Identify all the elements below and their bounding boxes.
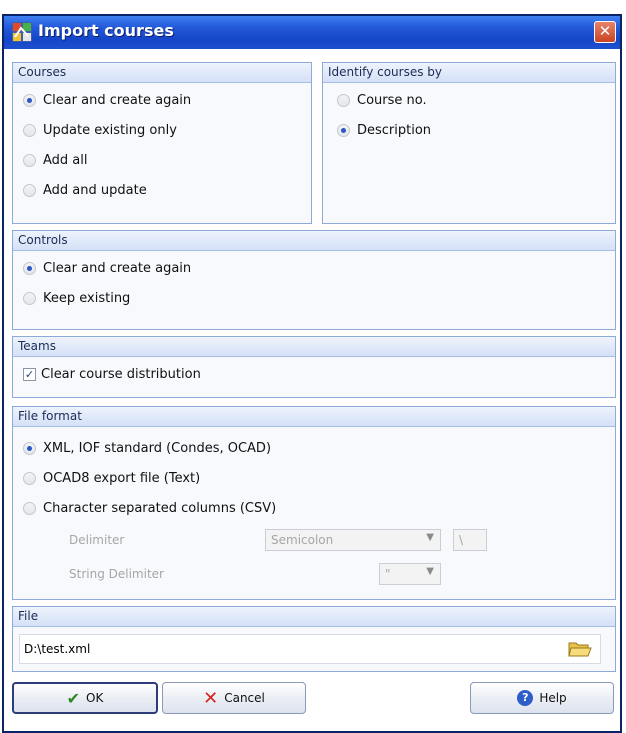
close-icon: ✕ bbox=[598, 22, 612, 40]
ok-button[interactable]: ✔ OK bbox=[12, 682, 158, 714]
string-delimiter-select[interactable]: " ▼ bbox=[379, 563, 441, 585]
cancel-button[interactable]: ✕ Cancel bbox=[162, 682, 306, 714]
radio-icon bbox=[23, 154, 36, 167]
radio-icon bbox=[23, 262, 36, 275]
option-label: Course no. bbox=[357, 93, 427, 108]
controls-header: Controls bbox=[13, 231, 615, 251]
option-label: OCAD8 export file (Text) bbox=[43, 471, 201, 486]
check-icon: ✔ bbox=[66, 688, 81, 708]
format-option-csv[interactable]: Character separated columns (CSV) bbox=[23, 501, 276, 516]
title-bar[interactable]: Import courses ✕ bbox=[4, 16, 620, 49]
option-label: Description bbox=[357, 123, 432, 138]
courses-option-add-all[interactable]: Add all bbox=[23, 153, 88, 168]
import-courses-dialog: Import courses ✕ Courses Clear and creat… bbox=[2, 14, 622, 733]
option-label: Add all bbox=[43, 153, 88, 168]
courses-option-update-existing[interactable]: Update existing only bbox=[23, 123, 177, 138]
courses-header: Courses bbox=[13, 63, 311, 83]
string-delimiter-label: String Delimiter bbox=[69, 567, 164, 581]
format-option-ocad8[interactable]: OCAD8 export file (Text) bbox=[23, 471, 200, 486]
identify-header: Identify courses by bbox=[323, 63, 615, 83]
delimiter-label: Delimiter bbox=[69, 533, 125, 547]
radio-icon bbox=[23, 124, 36, 137]
radio-icon bbox=[337, 94, 350, 107]
help-button[interactable]: ? Help bbox=[470, 682, 614, 714]
identify-option-course-no[interactable]: Course no. bbox=[337, 93, 427, 108]
chevron-down-icon: ▼ bbox=[426, 532, 434, 543]
checkbox-label: Clear course distribution bbox=[41, 367, 201, 382]
option-label: Add and update bbox=[43, 183, 147, 198]
teams-header: Teams bbox=[13, 337, 615, 357]
help-icon: ? bbox=[517, 690, 534, 706]
help-label: Help bbox=[539, 691, 567, 705]
close-button[interactable]: ✕ bbox=[594, 21, 616, 43]
file-path-input[interactable]: D:\test.xml bbox=[19, 634, 601, 664]
radio-icon bbox=[23, 292, 36, 305]
folder-icon[interactable] bbox=[568, 639, 592, 659]
x-icon: ✕ bbox=[203, 687, 219, 709]
string-delimiter-value: " bbox=[385, 567, 391, 581]
courses-group: Courses Clear and create again Update ex… bbox=[12, 62, 312, 224]
checkbox-checked-icon: ✓ bbox=[23, 368, 36, 381]
delimiter-char-value: \ bbox=[459, 533, 464, 547]
option-label: Update existing only bbox=[43, 123, 177, 138]
courses-option-clear-create[interactable]: Clear and create again bbox=[23, 93, 191, 108]
radio-icon bbox=[23, 184, 36, 197]
file-group: File D:\test.xml bbox=[12, 606, 616, 672]
clear-course-distribution-checkbox[interactable]: ✓ Clear course distribution bbox=[23, 367, 201, 382]
file-path-value: D:\test.xml bbox=[24, 642, 91, 656]
controls-option-keep-existing[interactable]: Keep existing bbox=[23, 291, 130, 306]
cancel-label: Cancel bbox=[224, 691, 265, 705]
option-label: Clear and create again bbox=[43, 93, 192, 108]
radio-icon bbox=[23, 502, 36, 515]
delimiter-value: Semicolon bbox=[271, 533, 334, 547]
delimiter-char-input[interactable]: \ bbox=[453, 529, 487, 551]
teams-group: Teams ✓ Clear course distribution bbox=[12, 336, 616, 398]
radio-icon bbox=[23, 442, 36, 455]
delimiter-select[interactable]: Semicolon ▼ bbox=[265, 529, 441, 551]
file-format-group: File format XML, IOF standard (Condes, O… bbox=[12, 406, 616, 600]
radio-icon bbox=[23, 472, 36, 485]
option-label: XML, IOF standard (Condes, OCAD) bbox=[43, 441, 272, 456]
courses-option-add-update[interactable]: Add and update bbox=[23, 183, 147, 198]
identify-option-description[interactable]: Description bbox=[337, 123, 431, 138]
ok-label: OK bbox=[86, 691, 104, 705]
radio-icon bbox=[337, 124, 350, 137]
dialog-title: Import courses bbox=[38, 21, 174, 40]
controls-option-clear-create[interactable]: Clear and create again bbox=[23, 261, 191, 276]
identify-courses-group: Identify courses by Course no. Descripti… bbox=[322, 62, 616, 224]
chevron-down-icon: ▼ bbox=[426, 566, 434, 577]
option-label: Character separated columns (CSV) bbox=[43, 501, 277, 516]
file-header: File bbox=[13, 607, 615, 627]
option-label: Keep existing bbox=[43, 291, 131, 306]
option-label: Clear and create again bbox=[43, 261, 192, 276]
app-icon bbox=[12, 22, 32, 42]
radio-icon bbox=[23, 94, 36, 107]
format-option-xml[interactable]: XML, IOF standard (Condes, OCAD) bbox=[23, 441, 271, 456]
controls-group: Controls Clear and create again Keep exi… bbox=[12, 230, 616, 330]
file-format-header: File format bbox=[13, 407, 615, 427]
